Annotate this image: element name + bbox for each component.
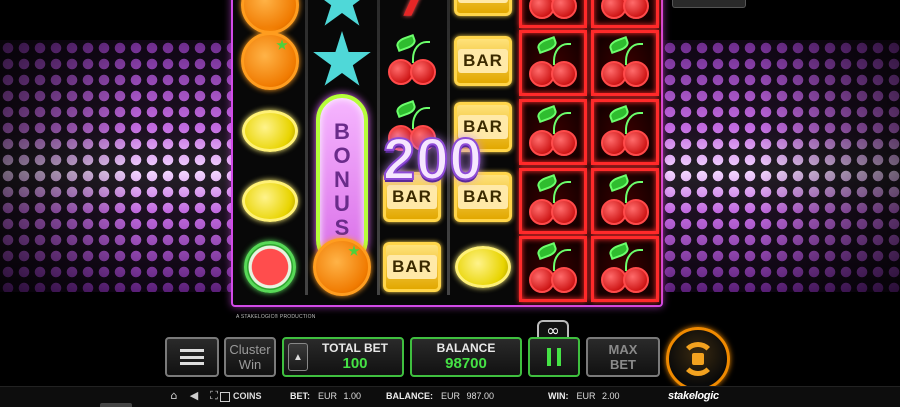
- balance-value: 98700: [445, 355, 487, 372]
- status-balance: BALANCE: EUR 987.00: [386, 391, 494, 401]
- max-bet-label-2: BET: [610, 357, 636, 372]
- symbol-cherry: [379, 28, 445, 94]
- balance-title: BALANCE: [436, 341, 496, 355]
- lemon-icon: [242, 180, 298, 222]
- stakelogic-logo: stakelogic: [668, 390, 719, 402]
- autoplay-pause-button[interactable]: [528, 337, 580, 377]
- cherry-icon: [523, 104, 583, 158]
- total-bet-panel: ▲ TOTAL BET 100: [282, 337, 404, 377]
- bar-label: BAR: [458, 0, 508, 3]
- win-label: WIN:: [548, 391, 569, 401]
- symbol-bar: BAR: [450, 28, 516, 94]
- winning-cherry-cell: [591, 99, 659, 165]
- winning-cherry-cell: [519, 99, 587, 165]
- top-menu-tab[interactable]: [672, 0, 746, 8]
- cherry-icon: [595, 104, 655, 158]
- symbol-watermelon: [237, 234, 303, 300]
- winning-cherry-cell: [519, 168, 587, 234]
- winning-cherry-cell: [591, 30, 659, 96]
- cherry-icon: [523, 241, 583, 295]
- win-amount-display: 200: [382, 126, 483, 193]
- cherry-icon: [382, 33, 442, 87]
- status-win: WIN: EUR 2.00: [548, 391, 620, 401]
- orange-icon: [313, 238, 371, 296]
- reel-separator: [305, 0, 308, 295]
- symbol-lemon: [450, 234, 516, 300]
- cherry-icon: [523, 0, 583, 21]
- bonus-letter: N: [334, 167, 350, 192]
- bet-currency: EUR: [318, 391, 338, 401]
- bet-label: BET:: [290, 391, 310, 401]
- balance-currency: EUR: [441, 391, 461, 401]
- cherry-icon: [523, 35, 583, 89]
- win-amount: 2.00: [602, 391, 620, 401]
- balance-panel: BALANCE 98700: [410, 337, 522, 377]
- status-bar: ⌂ ◀ ⛶ COINS BET: EUR 1.00 BALANCE: EUR 987…: [0, 386, 900, 407]
- cherry-icon: [595, 241, 655, 295]
- winning-cherry-cell: [519, 0, 587, 28]
- bar-label: BAR: [458, 49, 508, 73]
- winning-cherry-cell: [519, 236, 587, 302]
- menu-button[interactable]: [165, 337, 219, 377]
- symbol-star: [309, 28, 375, 94]
- watermelon-icon: [244, 241, 296, 293]
- lemon-icon: [455, 246, 511, 288]
- lemon-icon: [242, 110, 298, 152]
- led-shade-left: [0, 40, 232, 292]
- winning-cherry-cell: [591, 168, 659, 234]
- bet-amount: 1.00: [343, 391, 362, 401]
- max-bet-label: MAX: [608, 342, 638, 357]
- coins-label[interactable]: COINS: [233, 391, 262, 401]
- star-icon: [313, 0, 371, 26]
- winning-cherry-cell: [519, 30, 587, 96]
- bet-up-icon[interactable]: ▲: [288, 343, 308, 371]
- bonus-letter: B: [334, 119, 350, 144]
- bar-icon: BAR: [383, 242, 441, 292]
- status-bet: BET: EUR 1.00: [290, 391, 361, 401]
- menu-icon: [180, 349, 204, 365]
- bar-icon: BAR: [454, 36, 512, 86]
- spin-button[interactable]: [666, 327, 730, 391]
- total-bet-value: 100: [342, 355, 368, 372]
- cherry-icon: [595, 35, 655, 89]
- coins-toggle-icon[interactable]: [220, 392, 230, 402]
- orange-icon: [241, 32, 299, 90]
- home-icon[interactable]: ⌂: [168, 390, 180, 402]
- cherry-icon: [595, 0, 655, 21]
- win-currency: EUR: [576, 391, 596, 401]
- symbol-bar: BAR: [450, 0, 516, 24]
- infinity-icon[interactable]: ∞: [537, 320, 569, 340]
- seven-icon: 7: [396, 0, 428, 27]
- max-bet-button[interactable]: MAX BET: [586, 337, 660, 377]
- sound-icon[interactable]: ◀: [188, 390, 200, 402]
- symbol-orange: [237, 28, 303, 94]
- bar-icon: BAR: [454, 0, 512, 16]
- symbol-lemon: [237, 98, 303, 164]
- symbol-orange: [309, 234, 375, 300]
- balance-label: BALANCE:: [386, 391, 433, 401]
- winning-cherry-cell: [591, 0, 659, 28]
- symbol-bar: BAR: [379, 234, 445, 300]
- cherry-icon: [523, 173, 583, 227]
- fullscreen-icon[interactable]: ⛶: [208, 390, 220, 402]
- cluster-label: Cluster: [229, 342, 271, 357]
- bottom-tab[interactable]: [100, 403, 132, 407]
- pause-icon: [547, 348, 561, 366]
- bonus-letter: O: [333, 143, 351, 168]
- star-icon: [313, 31, 371, 86]
- led-shade-right: [662, 40, 900, 292]
- bonus-letter: U: [334, 191, 350, 216]
- winning-cherry-cell: [591, 236, 659, 302]
- cluster-label-2: Win: [238, 357, 262, 372]
- bar-label: BAR: [387, 255, 437, 279]
- cherry-icon: [595, 173, 655, 227]
- balance-amount: 987.00: [466, 391, 495, 401]
- production-credit: A STAKELOGIC® PRODUCTION: [236, 314, 316, 320]
- cluster-win-button[interactable]: Cluster Win: [224, 337, 276, 377]
- total-bet-title: TOTAL BET: [322, 341, 388, 355]
- symbol-lemon: [237, 168, 303, 234]
- spin-icon: [681, 342, 715, 376]
